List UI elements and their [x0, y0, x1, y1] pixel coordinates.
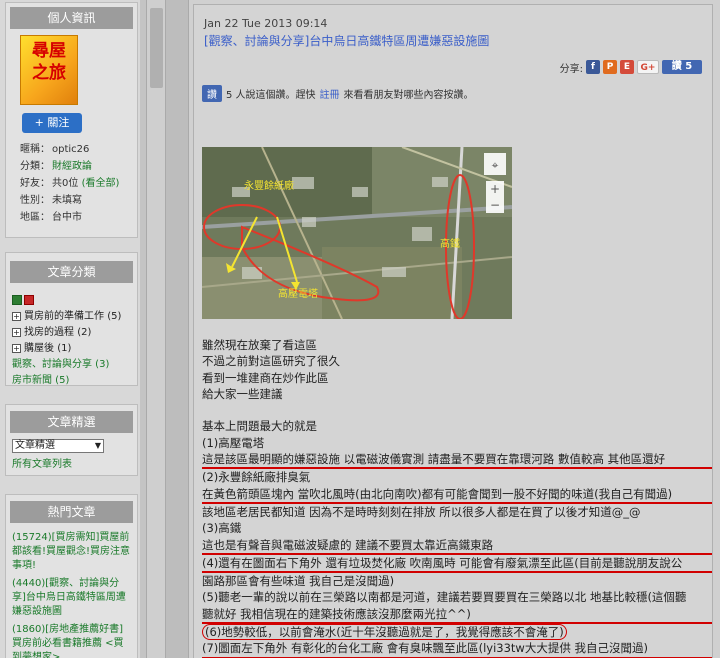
post-title[interactable]: [觀察、討論與分享]台中烏日高鐵特區周遭嫌惡設施圖: [204, 32, 489, 49]
register-link[interactable]: 註冊: [320, 86, 340, 101]
article-line-underlined: 這也是有聲音與電磁波疑慮的 建議不要買太靠近高鐵東路: [202, 537, 712, 555]
article-line-blank: [202, 402, 712, 418]
dropdown-arrow-icon: ▼: [94, 441, 101, 450]
article-line-underlined: (7)圖面左下角外 有彰化的台化工廠 會有臭味飄至此區(lyi33tw大大提供 …: [202, 640, 712, 658]
category-item[interactable]: + 買房前的準備工作 (5): [12, 309, 131, 325]
article-line-underlined: (4)還有在圖面右下角外 還有垃圾焚化廠 吹南風時 可能會有廢氣漂至此區(目前是…: [202, 555, 712, 574]
profile-row-gender: 性別： 未填寫: [20, 195, 82, 206]
article-line-underlined: 這是該區最明顯的嫌惡設施 以電磁波儀實測 請盡量不要買在靠環河路 數值較高 其他…: [202, 451, 712, 470]
share-bar: 分享: f P E G+ 讚 5: [560, 59, 702, 75]
facebook-like-button[interactable]: 讚 5: [662, 60, 702, 74]
view-all-friends-link[interactable]: (看全部): [82, 178, 120, 189]
article-line: (3)高鐵: [202, 521, 242, 536]
svg-text:−: −: [490, 198, 500, 212]
hot-article-link[interactable]: (15724)[買房需知]買屋前都該看!買屋觀念!買房注意事項!: [12, 531, 131, 573]
hot-title: 熱門文章: [10, 501, 133, 523]
map-label-tower: 高壓電塔: [278, 287, 318, 300]
post-date: Jan 22 Tue 2013 09:14: [204, 17, 328, 30]
sidebar-scrollbar[interactable]: [146, 0, 166, 658]
expand-all-icon[interactable]: [12, 295, 22, 305]
blog-logo[interactable]: 尋屋 之旅: [20, 35, 78, 105]
profile-row-nickname: 暱稱： optic26: [20, 144, 90, 155]
category-toolbar: [12, 293, 131, 309]
profile-row-category: 分類： 財經政論: [20, 161, 92, 172]
map-image: ⌖ + − 永豐餘紙廠 高壓電塔 高鐵: [202, 147, 512, 319]
follow-button[interactable]: + 關注: [22, 113, 82, 133]
left-sidebar: 個人資訊 尋屋 之旅 + 關注 暱稱： optic26 分類： 財經政論 好友： 共0…: [0, 0, 140, 658]
featured-box: 文章精選 文章精選 ▼ 所有文章列表: [5, 404, 138, 476]
plus-icon[interactable]: +: [12, 343, 21, 353]
like-button[interactable]: 讚: [202, 85, 222, 102]
svg-text:⌖: ⌖: [492, 158, 499, 172]
page-gutter: [166, 0, 188, 658]
map-label-hsr: 高鐵: [440, 237, 460, 250]
article-line: (1)高壓電塔: [202, 435, 265, 450]
featured-select[interactable]: 文章精選 ▼: [12, 439, 104, 453]
svg-text:+: +: [490, 182, 500, 196]
article-line: 園路那區會有些味道 我自己是沒聞過): [202, 574, 395, 589]
category-link-discussion[interactable]: 觀察、討論與分享 (3): [12, 357, 131, 373]
article-line: (5)聽老一輩的說以前在三榮路以南都是河道，建議若要買要買在三榮路以北 地基比較…: [202, 590, 687, 605]
category-title: 文章分類: [10, 261, 133, 283]
map-svg: ⌖ + − 永豐餘紙廠 高壓電塔 高鐵: [202, 147, 512, 319]
hot-article-link[interactable]: (4440)[觀察、討論與分享]台中烏日高鐵特區周遭嫌惡設施圖: [12, 577, 131, 619]
plus-icon[interactable]: +: [12, 311, 21, 321]
hot-article-link[interactable]: (1860)[房地產推薦好書]買房前必看書籍推薦 <買到夢想家>: [12, 623, 131, 658]
hot-articles-box: 熱門文章 (15724)[買房需知]買屋前都該看!買屋觀念!買房注意事項! (4…: [5, 494, 138, 658]
like-bar: 讚 5 人說這個讚。趕快 註冊 來看看朋友對哪些內容按讚。: [202, 85, 474, 102]
article-line-underlined: 聽就好 我相信現在的建築技術應該沒那麼兩光拉^^): [202, 606, 712, 625]
article-line: 看到一堆建商在炒作此區: [202, 370, 329, 385]
scrollbar-thumb[interactable]: [150, 8, 163, 88]
article-line: 雖然現在放棄了看這區: [202, 338, 317, 352]
category-link-news[interactable]: 房市新聞 (5): [12, 373, 131, 389]
plurk-icon[interactable]: P: [603, 60, 617, 74]
article-line-underlined: 在黃色箭頭區塊內 當吹北風時(由北向南吹)都有可能會聞到一股不好聞的味道(我自己…: [202, 486, 712, 504]
map-label-paper-mill: 永豐餘紙廠: [244, 179, 294, 192]
post-container: Jan 22 Tue 2013 09:14 [觀察、討論與分享]台中烏日高鐵特區…: [193, 4, 713, 658]
article-line: 該地區老居民都知道 因為不是時時刻刻在排放 所以很多人都是在買了以後才知道@_@: [202, 504, 641, 519]
article-line: 基本上問題最大的就是: [202, 419, 317, 434]
evernote-icon[interactable]: E: [620, 60, 634, 74]
category-link[interactable]: 財經政論: [52, 161, 92, 172]
profile-row-friends: 好友： 共0位 (看全部): [20, 178, 120, 189]
profile-row-region: 地區： 台中市: [20, 212, 82, 223]
category-box: 文章分類 + 買房前的準備工作 (5) + 找房的過程 (2) + 購屋後 (1) 觀…: [5, 252, 138, 386]
collapse-all-icon[interactable]: [24, 295, 34, 305]
article-line: (2)永豐餘紙廠排臭氣: [202, 470, 311, 485]
article-body: 雖然現在放棄了看這區 不過之前對這區研究了很久 看到一堆建商在炒作此區 給大家一…: [202, 337, 712, 658]
article-line: 給大家一些建議: [202, 386, 283, 401]
plus-icon[interactable]: +: [12, 327, 21, 337]
google-plus-icon[interactable]: G+: [637, 60, 659, 74]
main-content: Jan 22 Tue 2013 09:14 [觀察、討論與分享]台中烏日高鐵特區…: [188, 0, 720, 658]
category-item[interactable]: + 購屋後 (1): [12, 341, 131, 357]
profile-box: 個人資訊 尋屋 之旅 + 關注 暱稱： optic26 分類： 財經政論 好友： 共0…: [5, 2, 138, 238]
article-line-circled: (6)地勢較低，以前會淹水(近十年沒聽過就是了，我覺得應該不會淹了): [202, 624, 712, 641]
featured-title: 文章精選: [10, 411, 133, 433]
category-item[interactable]: + 找房的過程 (2): [12, 325, 131, 341]
profile-title: 個人資訊: [10, 7, 133, 29]
facebook-icon[interactable]: f: [586, 60, 600, 74]
article-line: 不過之前對這區研究了很久: [202, 354, 340, 369]
profile-info-list: 暱稱： optic26 分類： 財經政論 好友： 共0位 (看全部) 性別： 未填寫 地…: [20, 141, 119, 226]
all-articles-link[interactable]: 所有文章列表: [12, 455, 137, 470]
